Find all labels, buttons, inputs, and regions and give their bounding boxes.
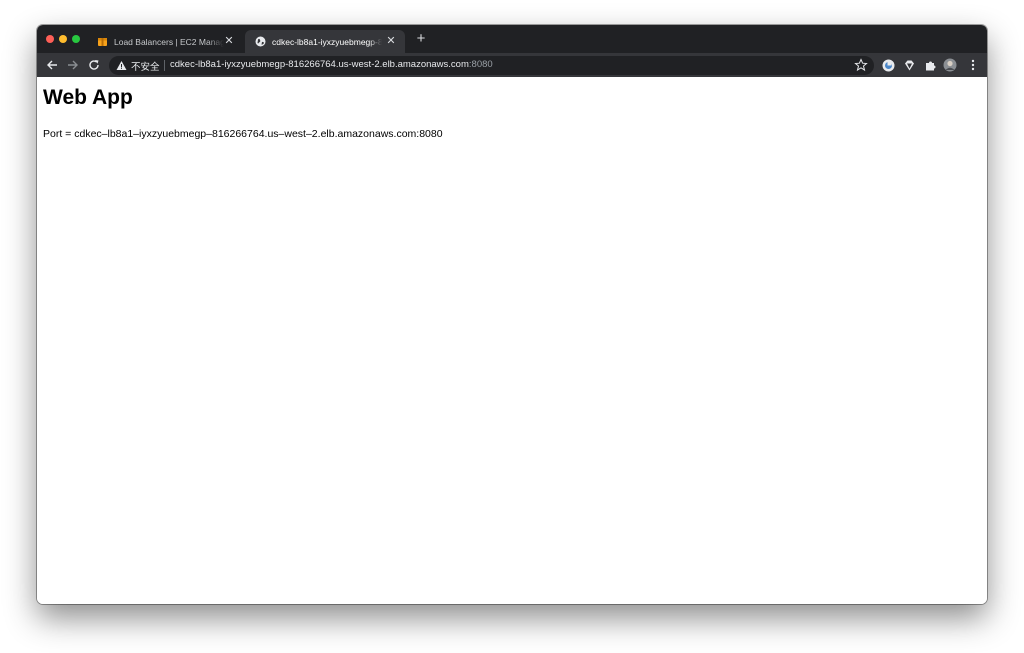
url-port: :8080	[468, 59, 493, 70]
tab-web-app[interactable]: cdkec-lb8a1-iyxzyuebmegp-816266764 ✕	[245, 30, 405, 53]
tab-close-icon[interactable]: ✕	[223, 35, 235, 47]
diamond-extension-icon[interactable]	[902, 58, 916, 72]
aws-box-icon	[97, 36, 108, 47]
security-label[interactable]: 不安全	[131, 59, 160, 73]
extension-blue-icon[interactable]	[881, 58, 895, 72]
browser-toolbar: 不安全 cdkec-lb8a1-iyxzyuebmegp-816266764.u…	[37, 53, 987, 77]
window-close-button[interactable]	[46, 35, 54, 43]
page-content: Web App Port = cdkec–lb8a1–iyxzyuebmegp–…	[37, 77, 987, 604]
page-title: Web App	[43, 86, 133, 109]
back-arrow-icon[interactable]	[44, 57, 60, 73]
puzzle-extensions-icon[interactable]	[923, 58, 937, 72]
more-menu-icon[interactable]	[966, 58, 980, 72]
tab-close-icon[interactable]: ✕	[385, 35, 397, 47]
url-host: cdkec-lb8a1-iyxzyuebmegp-816266764.us-we…	[170, 59, 469, 70]
url-text[interactable]: cdkec-lb8a1-iyxzyuebmegp-816266764.us-we…	[170, 59, 493, 70]
profile-avatar-icon[interactable]	[943, 58, 957, 72]
tab-strip: Load Balancers | EC2 Management Console …	[37, 25, 987, 53]
browser-window: Load Balancers | EC2 Management Console …	[37, 25, 987, 604]
new-tab-button[interactable]: +	[413, 31, 429, 47]
address-bar[interactable]: 不安全 cdkec-lb8a1-iyxzyuebmegp-816266764.u…	[109, 56, 874, 75]
bookmark-star-icon[interactable]	[854, 58, 868, 72]
window-minimize-button[interactable]	[59, 35, 67, 43]
tab-title: Load Balancers | EC2 Management Console	[114, 36, 224, 47]
port-text: Port = cdkec–lb8a1–iyxzyuebmegp–81626676…	[43, 128, 443, 140]
forward-arrow-icon[interactable]	[65, 57, 81, 73]
reload-icon[interactable]	[86, 57, 102, 73]
tab-load-balancers[interactable]: Load Balancers | EC2 Management Console …	[93, 30, 243, 53]
globe-icon	[255, 36, 266, 47]
warning-triangle-icon[interactable]	[116, 60, 127, 71]
omnibox-divider	[164, 60, 165, 71]
tab-title: cdkec-lb8a1-iyxzyuebmegp-816266764	[272, 36, 382, 47]
window-maximize-button[interactable]	[72, 35, 80, 43]
